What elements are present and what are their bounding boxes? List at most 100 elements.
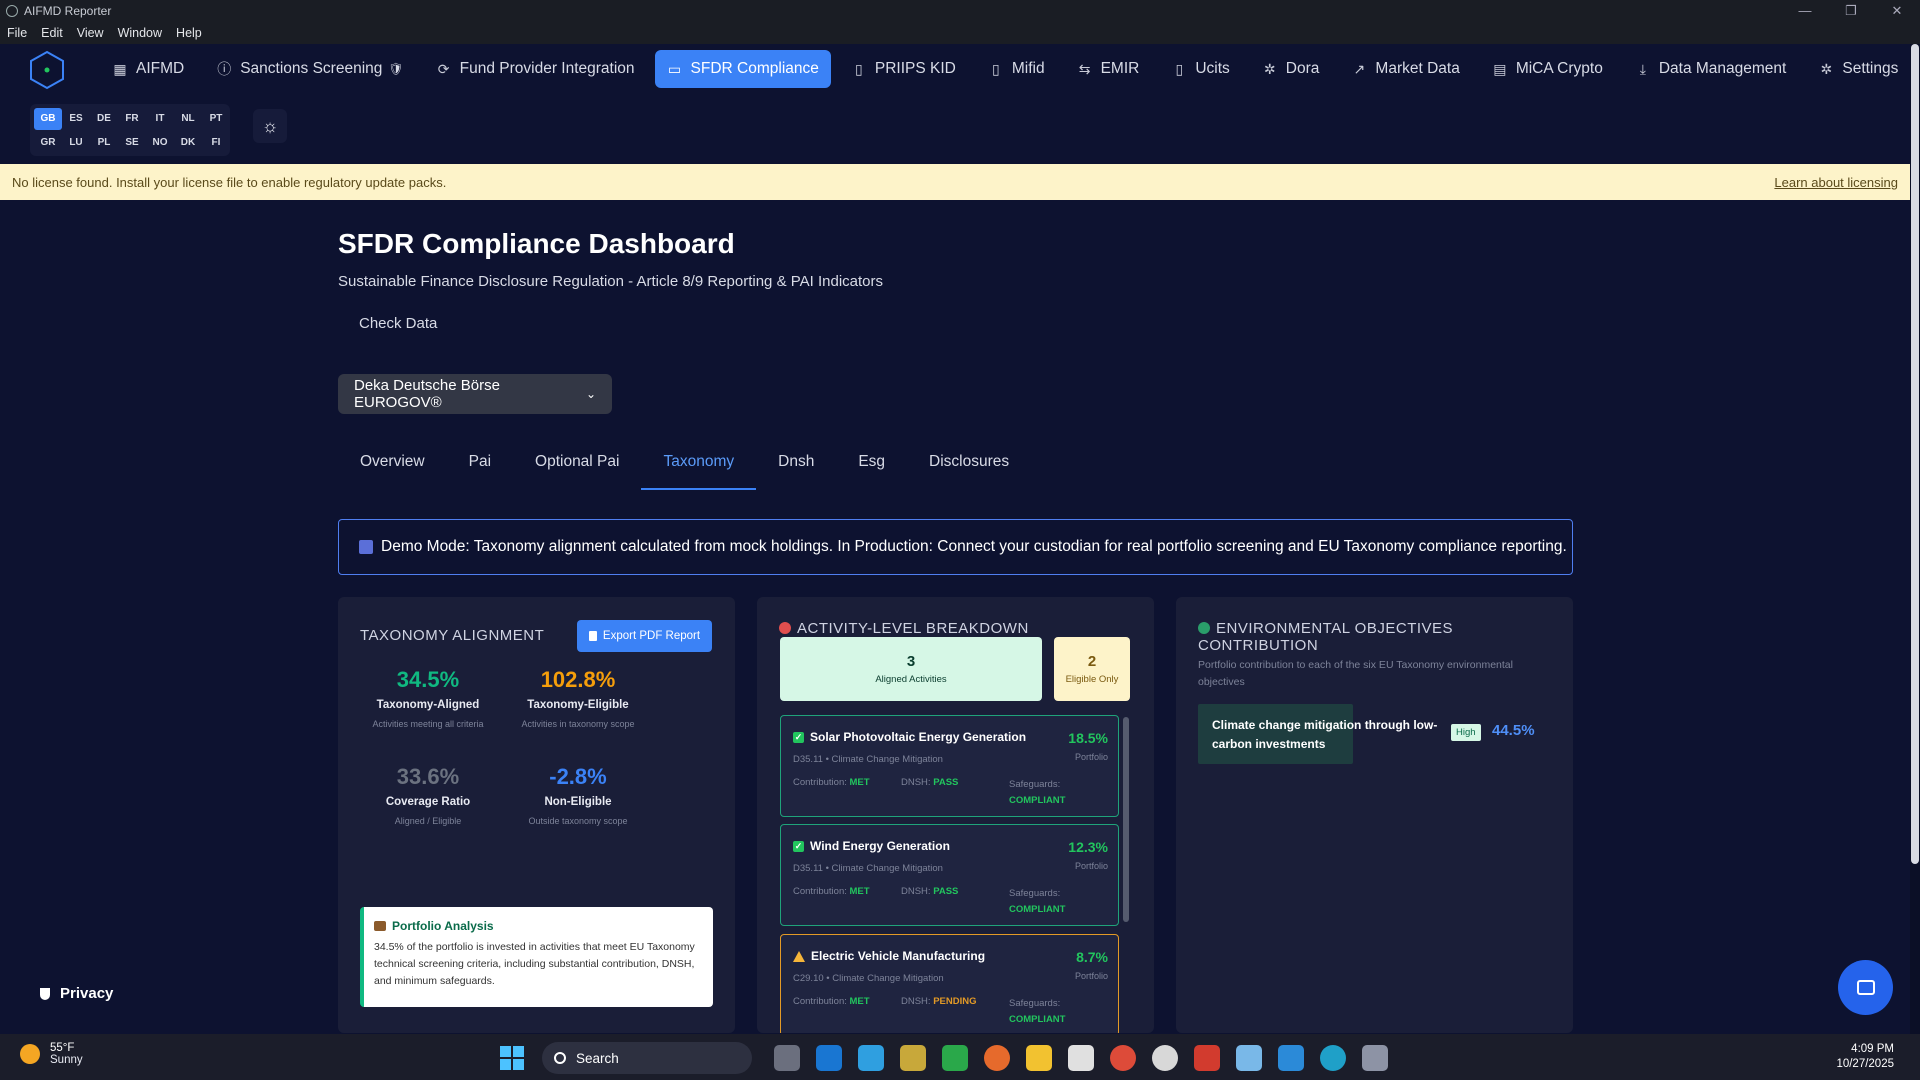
weather-widget[interactable]: 55°F Sunny xyxy=(20,1042,83,1066)
menu-edit[interactable]: Edit xyxy=(41,26,63,40)
contribution-value: MET xyxy=(849,996,870,1007)
top-navbar: ▦ AIFMD ⓘ Sanctions Screening 🛡 ⟳ Fund Provide… xyxy=(0,44,1910,164)
menu-file[interactable]: File xyxy=(7,26,27,40)
language-se[interactable]: SE xyxy=(118,132,146,154)
activity-item[interactable]: ✓ Solar Photovoltaic Energy Generation 18.… xyxy=(780,715,1119,817)
acrobat-icon[interactable] xyxy=(1194,1045,1220,1071)
privacy-link[interactable]: Privacy xyxy=(40,985,113,1002)
nav-item-ucits[interactable]: ▯ Ucits xyxy=(1159,50,1241,88)
firefox-icon[interactable] xyxy=(984,1045,1010,1071)
taxonomy-alignment-header: TAXONOMY ALIGNMENT xyxy=(360,627,545,644)
tab-pai[interactable]: Pai xyxy=(447,448,513,490)
dnsh-label: DNSH: xyxy=(901,777,931,788)
tab-taxonomy[interactable]: Taxonomy xyxy=(641,448,756,490)
chat-button[interactable] xyxy=(1838,960,1893,1015)
windows-start-icon[interactable] xyxy=(500,1046,524,1070)
environmental-objectives-header: ENVIRONMENTAL OBJECTIVES CONTRIBUTION xyxy=(1198,620,1558,654)
environmental-objectives-card: ENVIRONMENTAL OBJECTIVES CONTRIBUTION Po… xyxy=(1176,597,1573,1033)
tab-optional-pai[interactable]: Optional Pai xyxy=(513,448,641,490)
language-gr[interactable]: GR xyxy=(34,132,62,154)
language-pt[interactable]: PT xyxy=(202,108,230,130)
nav-item-aifmd[interactable]: ▦ AIFMD xyxy=(100,50,196,88)
tab-disclosures[interactable]: Disclosures xyxy=(907,448,1031,490)
nav-item-emir[interactable]: ⇆ EMIR xyxy=(1065,50,1152,88)
minimize-button[interactable]: — xyxy=(1782,0,1828,22)
nav-item-settings[interactable]: ✲ Settings xyxy=(1806,50,1910,88)
nav-item-data-management[interactable]: ⤓ Data Management xyxy=(1623,50,1799,88)
file-explorer-icon[interactable] xyxy=(1026,1045,1052,1071)
language-gb[interactable]: GB xyxy=(34,108,62,130)
language-pl[interactable]: PL xyxy=(90,132,118,154)
tab-overview[interactable]: Overview xyxy=(338,448,447,490)
activity-contribution: Contribution: MET xyxy=(793,777,870,788)
sync-icon: ⟳ xyxy=(437,60,450,77)
nav-item-dora[interactable]: ✲ Dora xyxy=(1250,50,1332,88)
task-view-icon[interactable] xyxy=(774,1045,800,1071)
theme-toggle-button[interactable]: ☼ xyxy=(253,109,287,143)
taskbar-search[interactable]: Search xyxy=(542,1042,752,1074)
language-it[interactable]: IT xyxy=(146,108,174,130)
safeguards-label: Safeguards: xyxy=(1009,779,1061,790)
checkbox-checked-icon: ✓ xyxy=(793,840,804,852)
fund-select[interactable]: Deka Deutsche Börse EUROGOV® ⌄ xyxy=(338,374,612,414)
store-icon[interactable] xyxy=(858,1045,884,1071)
weather-temp: 55°F xyxy=(50,1042,75,1054)
settings-app-icon[interactable] xyxy=(1362,1045,1388,1071)
language-fr[interactable]: FR xyxy=(118,108,146,130)
remote-desktop-icon[interactable] xyxy=(1236,1045,1262,1071)
nav-item-market-data[interactable]: ↗ Market Data xyxy=(1339,50,1471,88)
nav-item-mica-crypto[interactable]: ▤ MiCA Crypto xyxy=(1480,50,1615,88)
chrome-icon[interactable] xyxy=(1110,1045,1136,1071)
restore-button[interactable]: ❐ xyxy=(1828,0,1874,22)
calculator-icon[interactable] xyxy=(900,1045,926,1071)
objective-badge: High xyxy=(1451,724,1481,741)
page-scrollbar[interactable] xyxy=(1910,44,1920,1034)
safeguards-value: COMPLIANT xyxy=(1009,795,1066,806)
nav-item-mifid[interactable]: ▯ Mifid xyxy=(976,50,1057,88)
snipping-tool-icon[interactable] xyxy=(1068,1045,1094,1071)
language-dk[interactable]: DK xyxy=(174,132,202,154)
activity-list-scrollbar[interactable] xyxy=(1123,717,1129,922)
nav-item-priips-kid[interactable]: ▯ PRIIPS KID xyxy=(839,50,968,88)
activity-dnsh: DNSH: PENDING xyxy=(901,996,977,1007)
activity-breakdown-card: ACTIVITY-LEVEL BREAKDOWN 3 Aligned Activ… xyxy=(757,597,1154,1033)
activity-item[interactable]: Electric Vehicle Manufacturing 8.7% Portfo… xyxy=(780,934,1119,1033)
language-nl[interactable]: NL xyxy=(174,108,202,130)
chat-bubble-icon xyxy=(1856,980,1875,995)
activity-dnsh: DNSH: PASS xyxy=(901,886,958,897)
contribution-value: MET xyxy=(849,886,870,897)
nav-label: AIFMD xyxy=(136,60,185,77)
vscode-icon[interactable] xyxy=(1278,1045,1304,1071)
tab-dnsh[interactable]: Dnsh xyxy=(756,448,836,490)
activity-name-label: Solar Photovoltaic Energy Generation xyxy=(810,730,1027,744)
export-pdf-button[interactable]: Export PDF Report xyxy=(577,620,712,652)
tab-esg[interactable]: Esg xyxy=(836,448,907,490)
contribution-label: Contribution: xyxy=(793,996,847,1007)
language-lu[interactable]: LU xyxy=(62,132,90,154)
nav-tabs: ▦ AIFMD ⓘ Sanctions Screening 🛡 ⟳ Fund Provide… xyxy=(100,50,1920,88)
licensing-link[interactable]: Learn about licensing xyxy=(1774,175,1898,190)
activity-percent: 18.5% xyxy=(1068,730,1108,746)
language-no[interactable]: NO xyxy=(146,132,174,154)
chatgpt-icon[interactable] xyxy=(1152,1045,1178,1071)
scrollbar-thumb[interactable] xyxy=(1911,44,1919,864)
language-fi[interactable]: FI xyxy=(202,132,230,154)
nav-item-sanctions-screening[interactable]: ⓘ Sanctions Screening 🛡 xyxy=(204,50,415,88)
close-button[interactable]: ✕ xyxy=(1874,0,1920,22)
game-icon[interactable] xyxy=(942,1045,968,1071)
activity-item[interactable]: ✓ Wind Energy Generation 12.3% Portfolio D35… xyxy=(780,824,1119,926)
nav-item-sfdr-compliance[interactable]: ▭ SFDR Compliance xyxy=(654,50,831,88)
nav-item-fund-provider-integration[interactable]: ⟳ Fund Provider Integration xyxy=(424,50,647,88)
menu-help[interactable]: Help xyxy=(176,26,202,40)
chevron-down-icon: ⌄ xyxy=(585,387,596,401)
check-data-button[interactable]: Check Data xyxy=(359,315,437,332)
edge-icon[interactable] xyxy=(1320,1045,1346,1071)
system-clock[interactable]: 4:09 PM 10/27/2025 xyxy=(1836,1042,1894,1072)
language-es[interactable]: ES xyxy=(62,108,90,130)
hexagon-logo-icon[interactable] xyxy=(27,50,67,90)
outlook-icon[interactable] xyxy=(816,1045,842,1071)
menu-view[interactable]: View xyxy=(77,26,104,40)
language-de[interactable]: DE xyxy=(90,108,118,130)
globe-icon xyxy=(1198,622,1210,634)
menu-window[interactable]: Window xyxy=(118,26,162,40)
